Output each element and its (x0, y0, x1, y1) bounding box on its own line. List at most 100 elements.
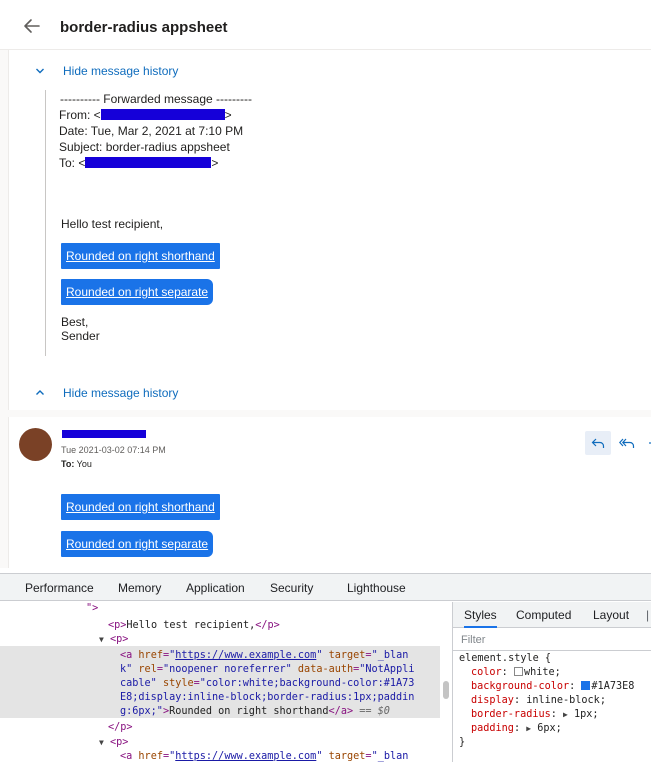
css-declaration[interactable]: border-radius: ▶ 1px; (459, 708, 651, 722)
styles-tab-bar: Styles Computed Layout | (453, 602, 651, 628)
forward-button[interactable] (642, 431, 651, 455)
dom-tag: <p> (109, 737, 129, 748)
greeting-text: Hello test recipient, (61, 217, 164, 231)
dom-line-selected[interactable]: cable" style="color:white;background-col… (120, 677, 414, 691)
expand-triangle-icon[interactable]: ▼ (99, 635, 104, 644)
dom-line-selected[interactable]: E8;display:inline-block;border-radius:1p… (120, 691, 414, 705)
dom-line[interactable]: ▼ <p> (99, 633, 128, 647)
dom-attr-value: E8;display:inline-block;border-radius:1p… (120, 692, 415, 703)
dom-attr: style (162, 678, 194, 689)
to-suffix: > (211, 156, 219, 170)
css-property: color (471, 667, 502, 678)
styles-filter-input[interactable]: Filter (453, 629, 651, 651)
devtools-tab-bar: : Performance Memory Application Securit… (0, 574, 651, 601)
dom-line-selected[interactable]: <a href="https://www.example.com" target… (120, 649, 408, 663)
dom-tag: <a (120, 650, 133, 661)
dom-attr-value: "NotAppli (359, 664, 415, 675)
dom-attr-value: "color:white;background-color:#1A73 (199, 678, 415, 689)
tab-styles[interactable]: Styles (464, 608, 497, 628)
color-swatch-white[interactable] (513, 667, 523, 676)
tab-lighthouse[interactable]: Lighthouse (347, 581, 406, 595)
forwarded-subject: Subject: border-radius appsheet (59, 140, 230, 154)
tab-computed[interactable]: Computed (516, 608, 571, 622)
css-declaration[interactable]: padding: ▶ 6px; (459, 722, 651, 736)
dom-line[interactable]: <p>Hello test recipient,</p> (108, 619, 280, 633)
css-value: #1A73E8 (591, 681, 635, 692)
redacted-sender-name (62, 430, 146, 438)
dom-attr-value: k" (120, 664, 133, 675)
expand-triangle-icon[interactable]: ▼ (99, 738, 104, 747)
dom-tag: </a> (328, 706, 354, 717)
from-prefix: From: < (59, 108, 101, 122)
dom-line-selected[interactable]: k" rel="noopener noreferrer" data-auth="… (120, 663, 414, 677)
expand-triangle-icon[interactable]: ▶ (526, 724, 531, 733)
rounded-shorthand-button[interactable]: Rounded on right shorthand (61, 243, 220, 269)
dom-attr-value: "noopener noreferrer" (162, 664, 292, 675)
hide-history-label: Hide message history (63, 386, 179, 400)
css-value: inline-block; (526, 695, 606, 706)
forwarded-header: ---------- Forwarded message --------- F… (59, 91, 252, 171)
dom-tag: <p> (108, 620, 127, 631)
chevron-up-icon (36, 390, 44, 395)
dom-attr-value: cable" (120, 678, 157, 689)
closing-text: Best, (61, 315, 89, 329)
rounded-separate-button[interactable]: Rounded on right separate (61, 279, 214, 305)
tab-overflow-fragment[interactable]: | (646, 608, 649, 622)
styles-pane: Styles Computed Layout | Filter element.… (453, 602, 651, 762)
reply-all-button[interactable] (614, 431, 640, 455)
rounded-shorthand-button[interactable]: Rounded on right shorthand (61, 494, 220, 520)
css-property: display (471, 695, 514, 706)
dom-tag: <p> (109, 634, 129, 645)
css-declaration[interactable]: display: inline-block; (459, 694, 651, 708)
dom-text: Rounded on right shorthand (169, 706, 329, 717)
rule-selector: element.style { (459, 653, 552, 664)
forwarded-separator: ---------- Forwarded message --------- (60, 92, 252, 106)
dom-line[interactable]: ▼ <p> (99, 736, 128, 750)
tab-security[interactable]: Security (270, 581, 313, 595)
dom-tag: <a (120, 751, 133, 762)
dom-attr: href (138, 751, 163, 762)
forwarded-date: Date: Tue, Mar 2, 2021 at 7:10 PM (59, 124, 244, 138)
element-style-rule: element.style { color: white; background… (453, 652, 651, 750)
selected-node-marker: == $0 (353, 706, 390, 717)
css-declaration[interactable]: color: white; (459, 666, 651, 680)
subject-bar: border-radius appsheet (0, 0, 651, 50)
avatar[interactable] (19, 428, 52, 461)
dom-text: Hello test recipient, (126, 620, 256, 631)
expand-triangle-icon[interactable]: ▶ (563, 710, 568, 719)
tab-memory[interactable]: Memory (118, 581, 161, 595)
tab-layout[interactable]: Layout (593, 608, 629, 622)
css-property: border-radius (471, 709, 551, 720)
reply-button[interactable] (585, 431, 611, 455)
dom-line[interactable]: <a href="https://www.example.com" target… (120, 750, 408, 762)
dom-link[interactable]: https://www.example.com (175, 751, 316, 762)
elements-dom-tree[interactable]: "> <p>Hello test recipient,</p> ▼ <p> <a… (0, 602, 440, 762)
reply-icon (591, 438, 605, 448)
to-label: To: (61, 459, 75, 469)
forwarded-from: From: < > (59, 107, 252, 123)
back-arrow-icon[interactable] (22, 16, 42, 36)
hide-history-link-bottom[interactable]: Hide message history (33, 386, 178, 400)
dom-line[interactable]: "> (86, 602, 98, 616)
dom-text: "> (86, 603, 99, 614)
to-value: You (76, 459, 92, 469)
dom-attr: href (138, 650, 163, 661)
hide-history-link-top[interactable]: Hide message history (33, 64, 178, 78)
message-date: Tue 2021-03-02 07:14 PM (61, 445, 166, 455)
tab-performance[interactable]: Performance (25, 581, 94, 595)
from-suffix: > (224, 108, 232, 122)
dom-attr-value: "_blan (371, 751, 409, 762)
tab-application[interactable]: Application (186, 581, 245, 595)
color-swatch-blue[interactable] (581, 681, 591, 690)
dom-link[interactable]: https://www.example.com (175, 650, 316, 661)
rounded-separate-button[interactable]: Rounded on right separate (61, 531, 214, 557)
forwarded-to: To: < > (59, 155, 252, 171)
dom-scrollbar[interactable] (443, 681, 449, 699)
dom-line-selected[interactable]: g:6px;">Rounded on right shorthand</a> =… (120, 705, 390, 719)
css-value: white; (523, 667, 561, 678)
latest-message-card: Tue 2021-03-02 07:14 PM To: You Rounded … (8, 417, 651, 568)
chevron-down-icon (36, 68, 44, 74)
dom-line[interactable]: </p> (108, 721, 133, 735)
dom-attr: data-auth (297, 664, 354, 675)
css-declaration[interactable]: background-color: #1A73E8 (459, 680, 651, 694)
